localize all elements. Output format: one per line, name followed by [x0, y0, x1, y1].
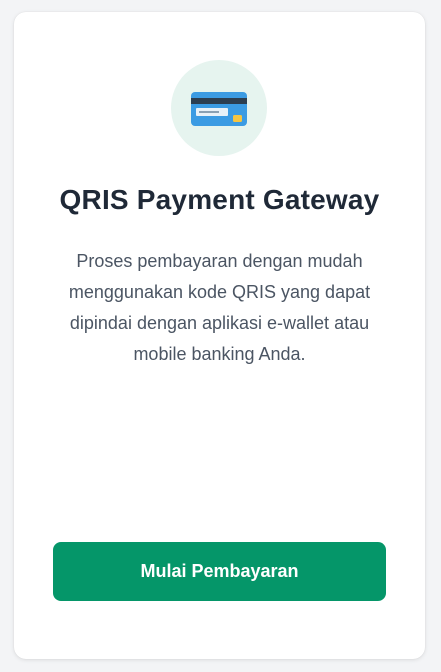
payment-card: QRIS Payment Gateway Proses pembayaran d…	[14, 12, 425, 659]
page-title: QRIS Payment Gateway	[59, 184, 380, 215]
description-text: Proses pembayaran dengan mudah menggunak…	[68, 251, 371, 364]
credit-card-icon	[191, 92, 247, 126]
icon-badge	[171, 60, 267, 156]
start-payment-button[interactable]: Mulai Pembayaran	[53, 542, 386, 601]
